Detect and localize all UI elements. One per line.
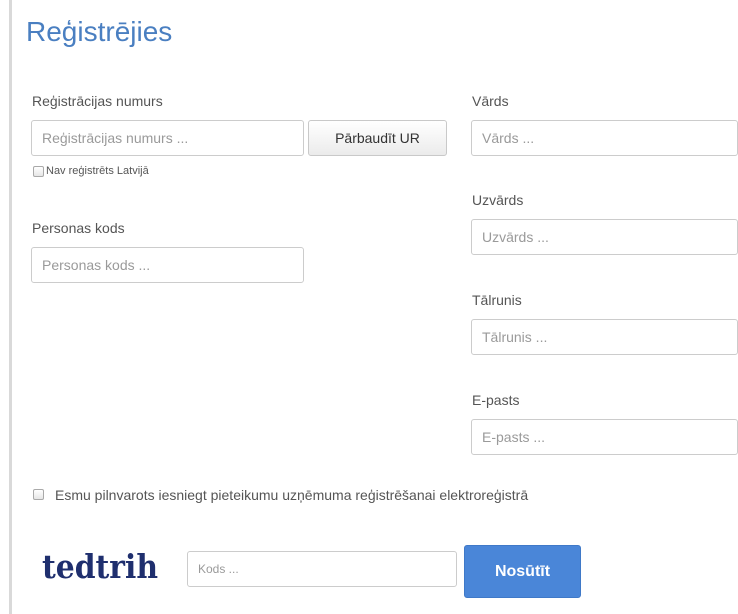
authorization-label: Esmu pilnvarots iesniegt pieteikumu uzņē… <box>55 487 529 503</box>
phone-input[interactable] <box>471 319 738 355</box>
phone-label: Tālrunis <box>472 292 522 308</box>
authorization-checkbox[interactable] <box>33 489 44 500</box>
captcha-code-input[interactable] <box>187 551 457 587</box>
not-registered-label: Nav reģistrēts Latvijā <box>46 165 149 177</box>
check-registry-button[interactable]: Pārbaudīt UR <box>308 120 447 156</box>
personal-code-input[interactable] <box>31 247 304 283</box>
registration-page: Reģistrējies Reģistrācijas numurs Pārbau… <box>0 0 738 614</box>
captcha-text: tedtrih <box>42 547 158 586</box>
page-title: Reģistrējies <box>26 16 173 47</box>
first-name-label: Vārds <box>472 93 509 109</box>
left-border <box>9 0 12 614</box>
submit-button[interactable]: Nosūtīt <box>464 545 581 598</box>
registration-number-input[interactable] <box>31 120 304 156</box>
registration-number-label: Reģistrācijas numurs <box>32 93 163 109</box>
personal-code-label: Personas kods <box>32 220 125 236</box>
not-registered-checkbox[interactable] <box>33 166 44 177</box>
captcha-image: tedtrih <box>42 547 158 586</box>
last-name-input[interactable] <box>471 219 738 255</box>
last-name-label: Uzvārds <box>472 192 524 208</box>
email-label: E-pasts <box>472 392 520 408</box>
first-name-input[interactable] <box>471 120 738 156</box>
email-input[interactable] <box>471 419 738 455</box>
